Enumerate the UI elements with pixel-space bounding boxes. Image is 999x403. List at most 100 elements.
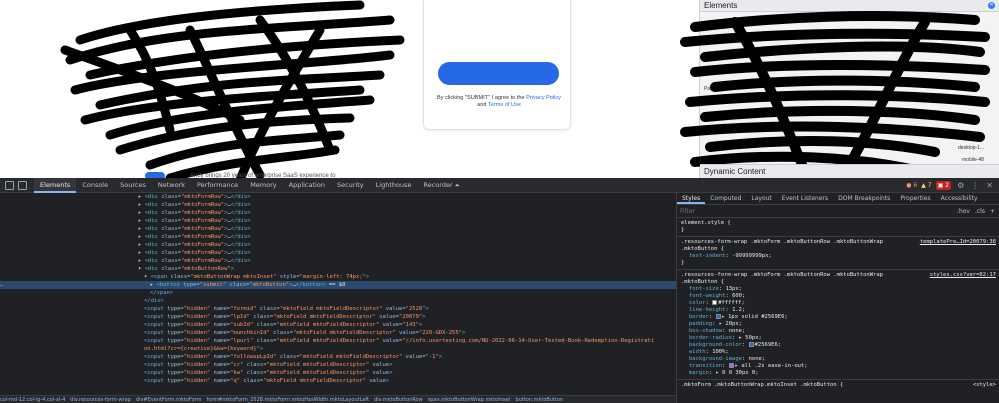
css-declaration[interactable]: font-size: 13px; [681, 286, 995, 293]
subtab-properties[interactable]: Properties [895, 193, 935, 204]
dom-node[interactable]: <input type="hidden" name="lpId" class="… [0, 313, 676, 321]
tab-sources[interactable]: Sources [114, 178, 152, 193]
dom-token: "mktoField mktoFieldDescriptor" [279, 306, 383, 312]
warning-count-badge[interactable]: ▲ 7 [921, 181, 931, 190]
tab-recorder[interactable]: Recorder ⏶ [417, 178, 465, 193]
tab-performance[interactable]: Performance [191, 178, 244, 193]
dom-node[interactable]: on.html?cr={creative}&kw={keyword}"> [0, 345, 676, 353]
dom-token: ▸ [138, 226, 145, 232]
tab-network[interactable]: Network [152, 178, 191, 193]
dom-node[interactable]: <input type="hidden" name="munchkinId" c… [0, 329, 676, 337]
dom-breadcrumb: col-md-12.col-lg-4.col-xl-4 div.resources… [0, 395, 676, 403]
css-declaration[interactable]: box-shadow: none; [681, 328, 995, 335]
dom-token: "cr" [230, 362, 244, 368]
tab-lighthouse[interactable]: Lighthouse [370, 178, 418, 193]
css-declaration[interactable]: padding: ▸ 20px; [681, 321, 995, 328]
dom-node[interactable]: </span> [0, 289, 676, 297]
dom-node[interactable]: </div> [0, 297, 676, 305]
color-swatch[interactable] [728, 363, 734, 368]
css-value: ▸ 1px solid #2569E6; [721, 314, 788, 320]
dom-node[interactable]: <input type="hidden" name="kw" class="mk… [0, 369, 676, 377]
dom-node[interactable]: ▸ <div class="mktoFormRow">…</div> [0, 233, 676, 241]
dom-node[interactable]: ▸ <div class="mktoFormRow">…</div> [0, 241, 676, 249]
rule-source-link[interactable]: styles.css?ver=02:17 [930, 272, 996, 278]
dom-node[interactable]: ▸ <div class="mktoFormRow">…</div> [0, 209, 676, 217]
dom-token: name= [210, 378, 231, 384]
tab-console[interactable]: Console [76, 178, 114, 193]
error-count-badge[interactable]: ● 6 [906, 181, 917, 190]
css-declaration[interactable]: background-color: #2569E6; [681, 342, 995, 349]
css-declaration[interactable]: font-weight: 600; [681, 293, 995, 300]
color-swatch[interactable] [715, 314, 721, 319]
tab-memory[interactable]: Memory [244, 178, 282, 193]
selected-dom-node[interactable]: … ▸ <button type="submit" class="mktoButt… [0, 281, 676, 289]
css-declaration[interactable]: text-indent: -99999999px; [681, 253, 995, 260]
dom-node[interactable]: ▾ <div class="mktoButtonRow"> [0, 265, 676, 273]
css-declaration[interactable]: border-radius: ▸ 50px; [681, 335, 995, 342]
dom-token: <input [144, 322, 168, 328]
terms-of-use-link[interactable]: Terms of Use [488, 102, 521, 108]
css-declaration[interactable]: line-height: 1.2; [681, 307, 995, 314]
subtab-dom-breakpoints[interactable]: DOM Breakpoints [833, 193, 895, 204]
rule-source-link[interactable]: templatePre…Id=20079:38 [920, 239, 996, 245]
submit-button[interactable] [438, 62, 559, 85]
breadcrumb-item[interactable]: div.mktoButtonRow [374, 397, 423, 403]
rule-source-link[interactable]: <style> [973, 382, 996, 388]
subtab-accessibility[interactable]: Accessibility [936, 193, 983, 204]
style-rule-3[interactable]: .mktoForm .mktoButtonWrap.mktoInset .mkt… [677, 380, 999, 391]
dom-node[interactable]: ▸ <div class="mktoFormRow">…</div> [0, 257, 676, 265]
dom-node[interactable]: ▸ <div class="mktoFormRow">…</div> [0, 225, 676, 233]
breadcrumb-item[interactable]: button.mktoButton [516, 397, 564, 403]
color-swatch[interactable] [712, 300, 718, 305]
dom-node[interactable]: ▸ <div class="mktoFormRow">…</div> [0, 201, 676, 209]
dom-node[interactable]: <input type="hidden" name="cr" class="mk… [0, 361, 676, 369]
hover-state-button[interactable]: :hov [957, 207, 970, 216]
subtab-computed[interactable]: Computed [705, 193, 746, 204]
tab-security[interactable]: Security [331, 178, 370, 193]
style-rule-2[interactable]: .resources-form-wrap .mktoForm .mktoButt… [677, 270, 999, 380]
breadcrumb-item[interactable]: div.resources-form-wrap [70, 397, 131, 403]
dom-token: == $0 [325, 282, 346, 288]
color-swatch[interactable] [748, 342, 754, 347]
css-declaration[interactable]: color: #ffffff; [681, 300, 995, 307]
subtab-styles[interactable]: Styles [677, 193, 706, 204]
dom-token: class= [253, 338, 277, 344]
tab-elements[interactable]: Elements [34, 178, 77, 193]
subtab-layout[interactable]: Layout [746, 193, 776, 204]
console-badges[interactable]: ● 6 ▲ 7 ▣ 2 [906, 181, 951, 190]
class-toggle-button[interactable]: .cls [975, 207, 985, 216]
breadcrumb-item[interactable]: form#mktoForm_2528.mktoForm.mktoHasWidth… [207, 397, 370, 403]
dom-node[interactable]: <input type="hidden" name="lpurl" class=… [0, 337, 676, 345]
breadcrumb-item[interactable]: col-md-12.col-lg-4.col-xl-4 [0, 397, 65, 403]
privacy-policy-link[interactable]: Privacy Policy [526, 95, 561, 101]
css-declaration[interactable]: width: 100%; [681, 349, 995, 356]
element-style-rule[interactable]: element.style { } [677, 218, 999, 237]
subtab-event-listeners[interactable]: Event Listeners [777, 193, 833, 204]
inspect-element-icon[interactable] [5, 181, 14, 190]
css-declaration[interactable]: border: ▸ 1px solid #2569E6; [681, 314, 995, 321]
close-devtools-icon[interactable]: ✕ [986, 180, 993, 191]
tab-application[interactable]: Application [283, 178, 331, 193]
breadcrumb-item[interactable]: span.mktoButtonWrap.mktoInset [428, 397, 511, 403]
dom-token: name= [210, 314, 231, 320]
dom-node[interactable]: ▸ <div class="mktoFormRow">…</div> [0, 217, 676, 225]
device-toolbar-icon[interactable] [18, 181, 27, 190]
styles-filter-input[interactable] [680, 207, 920, 216]
settings-gear-icon[interactable]: ⚙ [957, 180, 964, 191]
dom-node[interactable]: <input type="hidden" name="q" class="mkt… [0, 377, 676, 385]
issues-count-badge[interactable]: ▣ 2 [935, 181, 951, 190]
css-declaration[interactable]: transition: ▸ all .2s ease-in-out; [681, 363, 995, 370]
dom-node[interactable]: <input type="hidden" name="formid" class… [0, 305, 676, 313]
dom-node[interactable]: ▾ <span class="mktoButtonWrap mktoInset"… [0, 273, 676, 281]
dom-node[interactable]: ▸ <div class="mktoFormRow">…</div> [0, 193, 676, 201]
breadcrumb-item[interactable]: div#EventForm.mktoForm [136, 397, 202, 403]
dom-node[interactable]: ▸ <div class="mktoFormRow">…</div> [0, 249, 676, 257]
dom-node[interactable]: <input type="hidden" name="followupLpId"… [0, 353, 676, 361]
style-rule-1[interactable]: .resources-form-wrap .mktoForm .mktoButt… [677, 237, 999, 270]
css-declaration[interactable]: background-image: none; [681, 356, 995, 363]
css-declaration[interactable]: margin: ▸ 0 0 30px 0; [681, 370, 995, 377]
dom-node[interactable]: <input type="hidden" name="subId" class=… [0, 321, 676, 329]
dynamic-content-header[interactable]: Dynamic Content [700, 164, 999, 178]
new-rule-button[interactable]: + [990, 207, 995, 216]
more-options-icon[interactable]: ⋮ [971, 180, 979, 191]
